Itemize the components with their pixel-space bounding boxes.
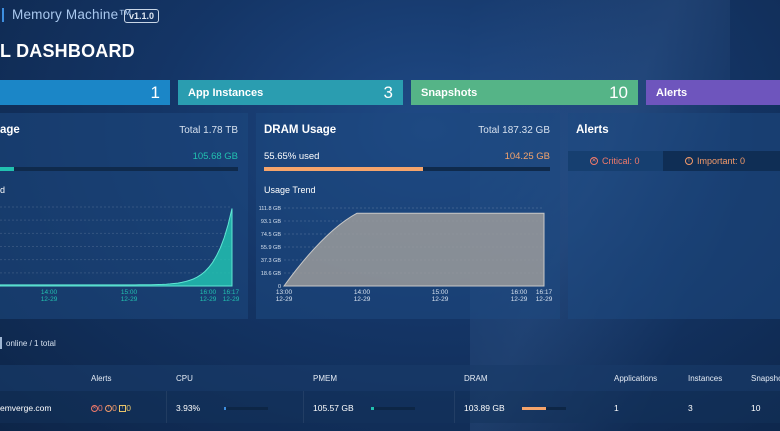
used-percent: 55.65% used xyxy=(264,151,320,162)
important-icon: ! xyxy=(685,157,693,165)
stat-card-app-instances[interactable]: App Instances 3 xyxy=(178,80,403,105)
x-tick-label: 16:00 xyxy=(200,289,217,296)
x-tick-label: 12-29 xyxy=(511,296,528,303)
column-dram[interactable]: DRAM xyxy=(464,374,488,383)
row-alerts: ✕0 ! 0 ! 0 xyxy=(91,403,131,413)
cpu-bar xyxy=(224,407,268,410)
x-tick-label: 16:17 xyxy=(536,289,553,296)
applications-count: 1 xyxy=(614,403,619,413)
critical-count: 0 xyxy=(98,403,103,413)
used-value: 105.68 GB xyxy=(192,151,238,162)
stat-value: 1 xyxy=(150,82,160,102)
instances-count: 3 xyxy=(688,403,693,413)
card-total: Total 1.78 TB xyxy=(179,125,238,136)
important-alerts[interactable]: ! Important: 0 xyxy=(663,151,780,171)
dram-usage-card: DRAM Usage Total 187.32 GB 55.65% used 1… xyxy=(256,113,560,319)
snapshots-count: 10 xyxy=(751,403,761,413)
x-tick-label: 12-29 xyxy=(276,296,293,303)
card-title: Alerts xyxy=(576,124,609,136)
y-tick-label: 93.1 GB xyxy=(261,219,282,225)
x-tick-label: 12-29 xyxy=(536,296,553,303)
dram-bar xyxy=(522,407,566,410)
y-tick-label: 37.3 GB xyxy=(261,258,282,264)
important-count: 0 xyxy=(112,403,117,413)
stat-label: Alerts xyxy=(656,86,688,99)
column-snapshots[interactable]: Snapsho xyxy=(751,374,780,383)
cpu-value: 3.93% xyxy=(176,403,201,413)
x-tick-label: 13:00 xyxy=(276,289,293,296)
column-alerts[interactable]: Alerts xyxy=(91,374,111,383)
critical-icon: ✕ xyxy=(590,157,598,165)
top-bar: Memory Machine™ v1.1.0 xyxy=(0,0,780,30)
table-row[interactable]: emverge.com ✕0 ! 0 ! 0 3.93% 105.57 GB 103… xyxy=(0,391,780,423)
usage-bar xyxy=(0,167,238,171)
card-title: age xyxy=(0,124,20,136)
trend-label: d xyxy=(0,185,6,195)
x-tick-label: 12-29 xyxy=(121,296,138,303)
pmem-value: 105.57 GB xyxy=(313,403,354,413)
x-tick-label: 15:00 xyxy=(432,289,449,296)
alerts-card: Alerts ✕ Critical: 0 ! Important: 0 xyxy=(568,113,780,319)
x-tick-label: 12-29 xyxy=(432,296,449,303)
x-tick-label: 12-29 xyxy=(41,296,58,303)
usage-bar-fill xyxy=(0,167,14,171)
cpu-bar-fill xyxy=(224,407,226,410)
dram-trend-chart: 018.6 GB37.3 GB55.9 GB74.5 GB93.1 GB111.… xyxy=(259,206,553,303)
x-tick-label: 15:00 xyxy=(121,289,138,296)
hosts-table-header: Alerts CPU PMEM DRAM Applications Instan… xyxy=(0,365,780,391)
series-area xyxy=(283,212,545,287)
important-count: Important: 0 xyxy=(697,156,746,166)
y-tick-label: 74.5 GB xyxy=(261,232,282,238)
pmem-bar xyxy=(371,407,415,410)
x-tick-label: 12-29 xyxy=(223,296,240,303)
pmem-trend-chart: 14:0012-2915:0012-2916:0012-2916:1712-29 xyxy=(0,206,240,303)
version-badge: v1.1.0 xyxy=(124,9,160,23)
critical-count: Critical: 0 xyxy=(602,156,640,166)
x-tick-label: 14:00 xyxy=(354,289,371,296)
warning-count: 0 xyxy=(126,403,131,413)
stat-label: App Instances xyxy=(188,86,264,99)
dram-value: 103.89 GB xyxy=(464,403,505,413)
card-total: Total 187.32 GB xyxy=(478,125,550,136)
page-title: L DASHBOARD xyxy=(0,41,135,61)
usage-bar-fill xyxy=(264,167,424,171)
y-tick-label: 55.9 GB xyxy=(261,245,282,251)
column-divider xyxy=(166,391,167,423)
x-tick-label: 12-29 xyxy=(200,296,217,303)
pmem-bar-fill xyxy=(371,407,374,410)
column-cpu[interactable]: CPU xyxy=(176,374,193,383)
column-divider xyxy=(454,391,455,423)
stat-card-hosts[interactable]: 1 xyxy=(0,80,170,105)
stat-card-alerts[interactable]: Alerts xyxy=(646,80,780,105)
dram-bar-fill xyxy=(522,407,547,410)
x-tick-label: 14:00 xyxy=(41,289,58,296)
brand-accent xyxy=(2,8,4,22)
stat-value: 3 xyxy=(383,82,393,102)
used-value: 104.25 GB xyxy=(504,151,550,162)
y-tick-label: 18.6 GB xyxy=(261,271,282,277)
critical-icon: ✕ xyxy=(91,405,98,413)
host-name-link[interactable]: emverge.com xyxy=(0,403,52,413)
stat-label: Snapshots xyxy=(421,86,478,99)
card-title: DRAM Usage xyxy=(264,124,337,136)
online-indicator xyxy=(0,337,2,349)
pmem-usage-card: age Total 1.78 TB 105.68 GB d 14:00 12-29… xyxy=(0,113,248,319)
critical-alerts[interactable]: ✕ Critical: 0 xyxy=(568,151,663,171)
column-applications[interactable]: Applications xyxy=(614,374,657,383)
stat-card-snapshots[interactable]: Snapshots 10 xyxy=(411,80,638,105)
column-pmem[interactable]: PMEM xyxy=(313,374,337,383)
column-instances[interactable]: Instances xyxy=(688,374,722,383)
online-summary: online / 1 total xyxy=(6,339,56,348)
usage-bar xyxy=(264,167,550,171)
x-tick-label: 16:00 xyxy=(511,289,528,296)
stat-value: 10 xyxy=(609,82,628,102)
column-divider xyxy=(303,391,304,423)
x-tick-label: 12-29 xyxy=(354,296,371,303)
x-tick-label: 16:17 xyxy=(223,289,240,296)
trend-label: Usage Trend xyxy=(264,185,316,195)
alerts-summary-row: ✕ Critical: 0 ! Important: 0 xyxy=(568,151,780,171)
y-tick-label: 111.8 GB xyxy=(259,206,282,212)
brand-name: Memory Machine™ xyxy=(12,7,133,22)
